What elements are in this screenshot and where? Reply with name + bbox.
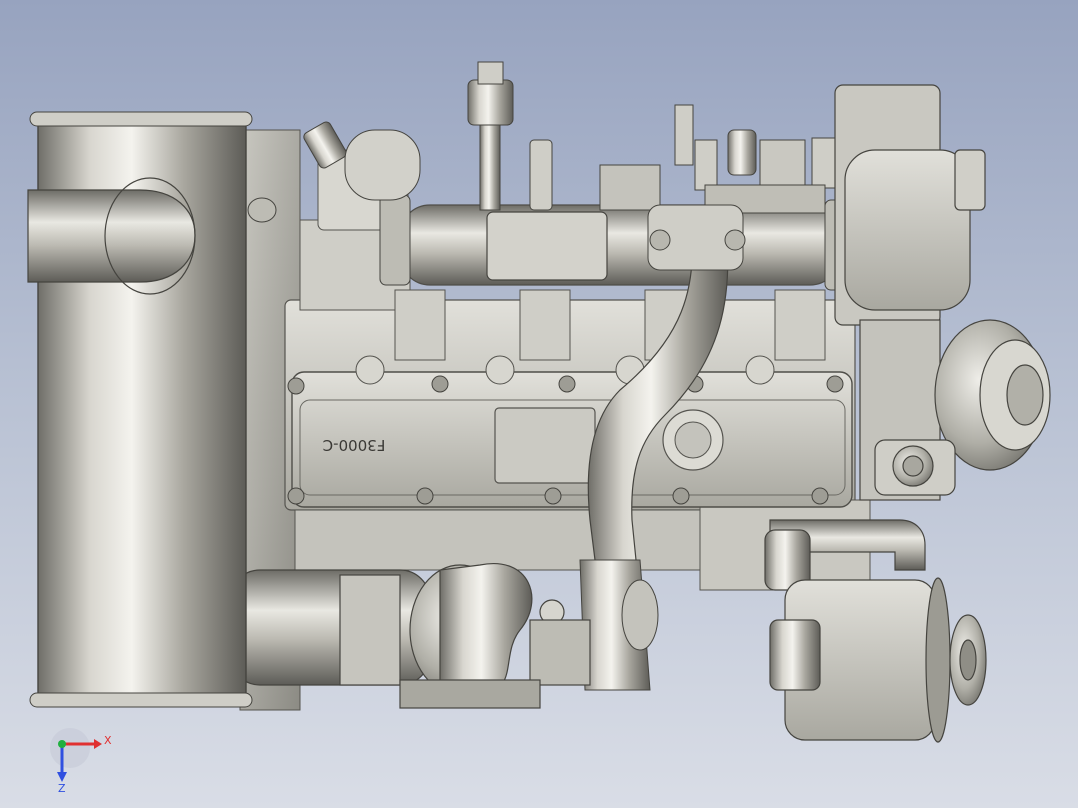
x-axis-label: X: [104, 734, 112, 747]
x-arrowhead-icon: [94, 739, 102, 749]
valve-cover: F3000-C: [287, 355, 853, 508]
air-intake-pipe: [27, 111, 277, 708]
z-axis-label: Z: [58, 782, 66, 795]
triad-sphere: [50, 728, 90, 768]
engine-model[interactable]: F3000-C: [0, 0, 1078, 808]
y-axis-dot-icon: [58, 740, 66, 748]
cad-viewport[interactable]: F3000-C X Z: [0, 0, 1078, 808]
z-arrowhead-icon: [57, 772, 67, 782]
top-fittings: [303, 61, 838, 214]
axis-triad: X Z: [50, 728, 112, 795]
model-label: F3000-C: [323, 436, 386, 454]
